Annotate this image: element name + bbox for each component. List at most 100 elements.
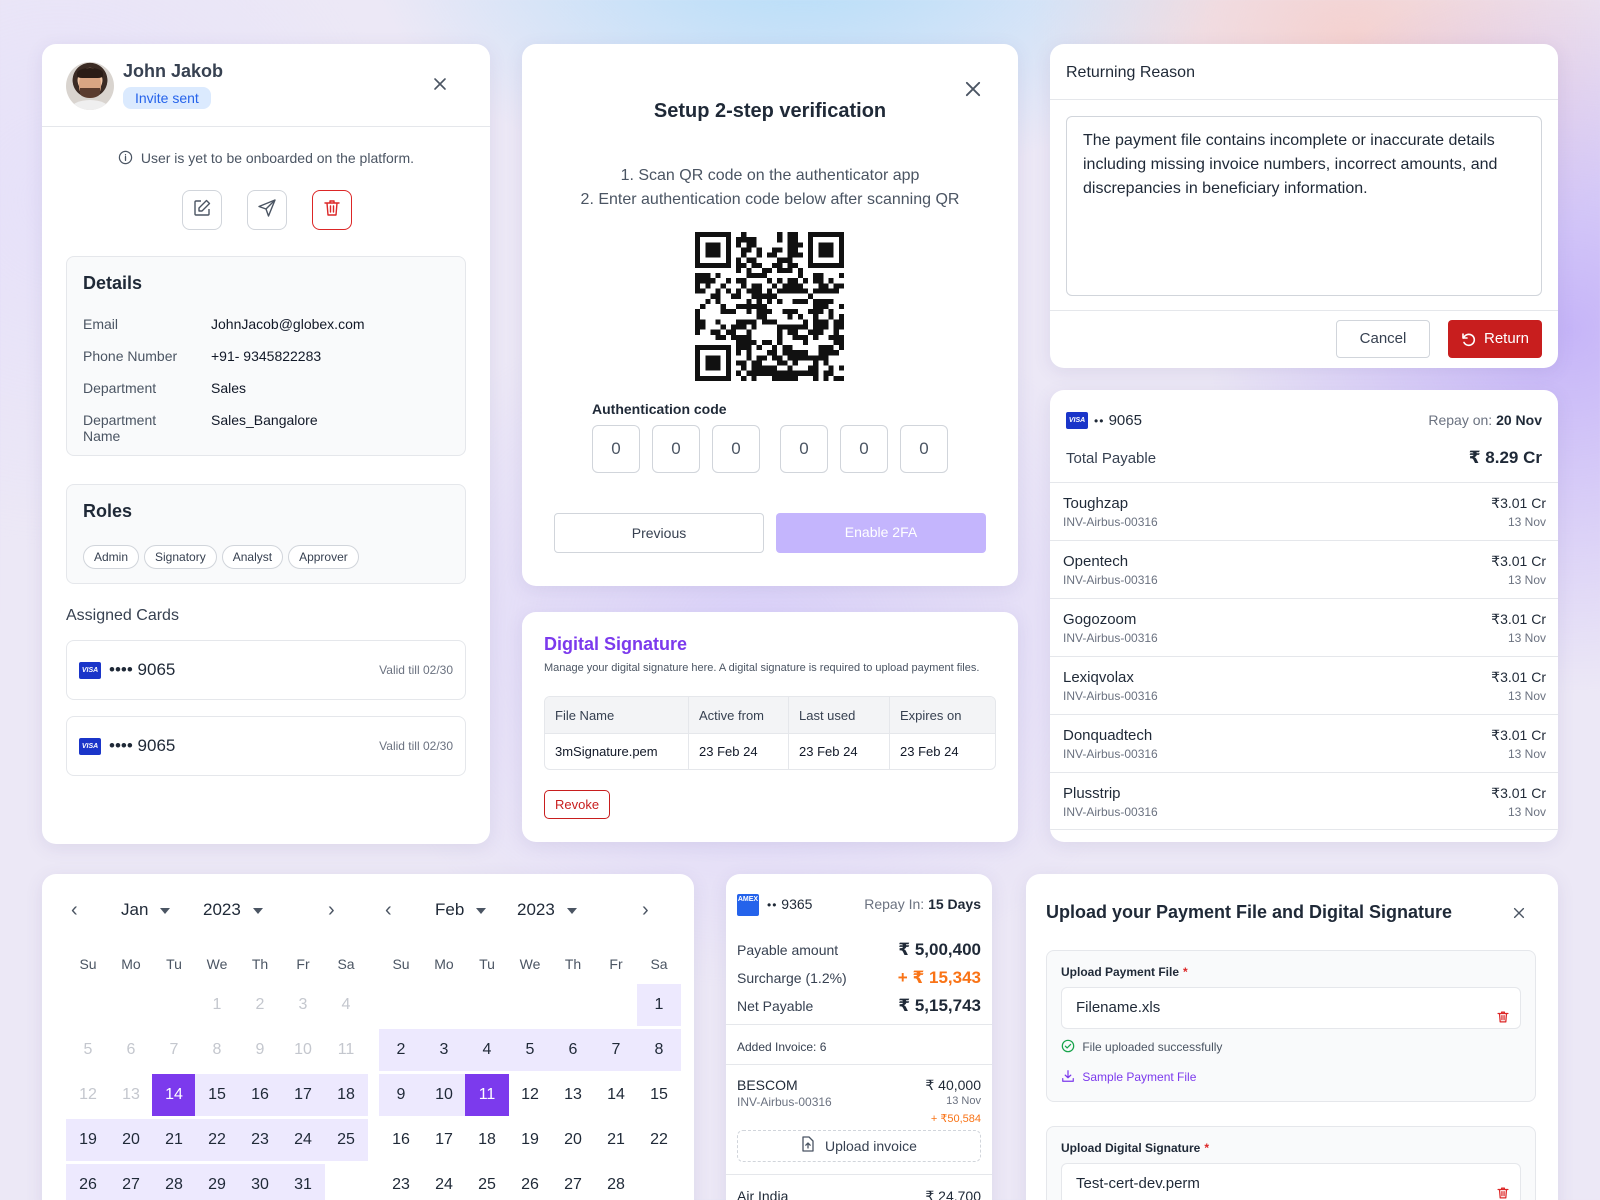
calendar-day[interactable]: 14 bbox=[594, 1074, 638, 1116]
calendar-day[interactable]: 13 bbox=[109, 1074, 153, 1116]
calendar-day[interactable]: 20 bbox=[109, 1119, 153, 1161]
list-item[interactable]: Lexiqvolax INV-Airbus-00316 ₹3.01 Cr 13 Nov bbox=[1050, 656, 1558, 714]
calendar-day[interactable]: 2 bbox=[238, 984, 282, 1026]
calendar-day[interactable]: 15 bbox=[195, 1074, 239, 1116]
calendar-day[interactable]: 24 bbox=[281, 1119, 325, 1161]
calendar-day[interactable]: 27 bbox=[551, 1164, 595, 1200]
calendar-day[interactable]: 28 bbox=[594, 1164, 638, 1200]
weekday-label: Fr bbox=[609, 956, 623, 972]
delete-button[interactable] bbox=[312, 190, 352, 230]
calendar-day[interactable]: 15 bbox=[637, 1074, 681, 1116]
chevron-right-icon[interactable]: › bbox=[642, 900, 649, 920]
sample-file-link[interactable]: Sample Payment File bbox=[1061, 1069, 1196, 1086]
calendar-day[interactable]: 14 bbox=[152, 1074, 196, 1116]
close-icon[interactable] bbox=[1512, 906, 1526, 925]
calendar-day[interactable]: 10 bbox=[422, 1074, 466, 1116]
enable-2fa-button[interactable]: Enable 2FA bbox=[776, 513, 986, 553]
calendar-day[interactable]: 5 bbox=[66, 1029, 110, 1071]
calendar-day[interactable]: 8 bbox=[637, 1029, 681, 1071]
cancel-button[interactable]: Cancel bbox=[1336, 320, 1430, 358]
previous-button[interactable]: Previous bbox=[554, 513, 764, 553]
calendar-day[interactable]: 17 bbox=[281, 1074, 325, 1116]
calendar-day[interactable]: 19 bbox=[66, 1119, 110, 1161]
calendar-day[interactable]: 16 bbox=[379, 1119, 423, 1161]
calendar-day[interactable]: 22 bbox=[195, 1119, 239, 1161]
calendar-day[interactable]: 6 bbox=[551, 1029, 595, 1071]
calendar-day[interactable]: 1 bbox=[637, 984, 681, 1026]
list-item[interactable]: Donquadtech INV-Airbus-00316 ₹3.01 Cr 13 No… bbox=[1050, 714, 1558, 772]
calendar-day[interactable]: 27 bbox=[109, 1164, 153, 1200]
date-range-calendar: ‹ Jan 2023 › Su Mo Tu We Th Fr Sa 1 2 3 4 5 6 7 8 9 10 11… bbox=[42, 874, 694, 1200]
calendar-day[interactable]: 5 bbox=[508, 1029, 552, 1071]
list-item[interactable]: Plusstrip INV-Airbus-00316 ₹3.01 Cr 13 Nov bbox=[1050, 772, 1558, 830]
list-item[interactable]: Toughzap INV-Airbus-00316 ₹3.01 Cr 13 Nov bbox=[1050, 482, 1558, 540]
year-select[interactable]: 2023 bbox=[203, 900, 263, 920]
reason-textarea[interactable]: The payment file contains incomplete or … bbox=[1066, 116, 1542, 296]
calendar-day[interactable]: 16 bbox=[238, 1074, 282, 1116]
calendar-day[interactable]: 10 bbox=[281, 1029, 325, 1071]
calendar-day[interactable]: 7 bbox=[594, 1029, 638, 1071]
chevron-left-icon[interactable]: ‹ bbox=[385, 900, 392, 920]
calendar-day[interactable]: 18 bbox=[324, 1074, 368, 1116]
trash-icon[interactable] bbox=[1496, 1000, 1510, 1040]
otp-digit-input[interactable]: 0 bbox=[840, 425, 888, 473]
calendar-day[interactable]: 19 bbox=[508, 1119, 552, 1161]
calendar-day[interactable]: 12 bbox=[66, 1074, 110, 1116]
calendar-day[interactable]: 23 bbox=[379, 1164, 423, 1200]
chevron-left-icon[interactable]: ‹ bbox=[71, 900, 78, 920]
calendar-day[interactable]: 26 bbox=[508, 1164, 552, 1200]
assigned-card[interactable]: VISA •••• 9065 Valid till 02/30 bbox=[66, 716, 466, 776]
calendar-day[interactable]: 18 bbox=[465, 1119, 509, 1161]
calendar-day[interactable]: 7 bbox=[152, 1029, 196, 1071]
calendar-day[interactable]: 8 bbox=[195, 1029, 239, 1071]
calendar-day[interactable]: 4 bbox=[324, 984, 368, 1026]
otp-digit-input[interactable]: 0 bbox=[592, 425, 640, 473]
list-item[interactable]: Opentech INV-Airbus-00316 ₹3.01 Cr 13 Nov bbox=[1050, 540, 1558, 598]
payment-file-input[interactable]: Filename.xls bbox=[1061, 987, 1521, 1029]
calendar-day[interactable]: 20 bbox=[551, 1119, 595, 1161]
calendar-day[interactable]: 26 bbox=[66, 1164, 110, 1200]
calendar-day[interactable]: 12 bbox=[508, 1074, 552, 1116]
calendar-day[interactable]: 6 bbox=[109, 1029, 153, 1071]
calendar-day[interactable]: 22 bbox=[637, 1119, 681, 1161]
send-invite-button[interactable] bbox=[247, 190, 287, 230]
revoke-button[interactable]: Revoke bbox=[544, 790, 611, 819]
year-select[interactable]: 2023 bbox=[517, 900, 577, 920]
calendar-day[interactable]: 21 bbox=[594, 1119, 638, 1161]
list-item[interactable]: Gogozoom INV-Airbus-00316 ₹3.01 Cr 13 Nov bbox=[1050, 598, 1558, 656]
calendar-day[interactable]: 23 bbox=[238, 1119, 282, 1161]
calendar-day[interactable]: 25 bbox=[465, 1164, 509, 1200]
otp-digit-input[interactable]: 0 bbox=[780, 425, 828, 473]
upload-invoice-button[interactable]: Upload invoice bbox=[737, 1130, 981, 1162]
calendar-day[interactable]: 29 bbox=[195, 1164, 239, 1200]
calendar-day[interactable]: 21 bbox=[152, 1119, 196, 1161]
assigned-card[interactable]: VISA •••• 9065 Valid till 02/30 bbox=[66, 640, 466, 700]
month-select[interactable]: Jan bbox=[121, 900, 171, 920]
otp-digit-input[interactable]: 0 bbox=[712, 425, 760, 473]
calendar-day[interactable]: 17 bbox=[422, 1119, 466, 1161]
calendar-day[interactable]: 25 bbox=[324, 1119, 368, 1161]
calendar-day[interactable]: 24 bbox=[422, 1164, 466, 1200]
return-button[interactable]: Return bbox=[1448, 320, 1542, 358]
edit-button[interactable] bbox=[182, 190, 222, 230]
calendar-day[interactable]: 30 bbox=[238, 1164, 282, 1200]
close-icon[interactable] bbox=[432, 76, 448, 97]
calendar-day[interactable]: 9 bbox=[238, 1029, 282, 1071]
chevron-right-icon[interactable]: › bbox=[328, 900, 335, 920]
calendar-day[interactable]: 13 bbox=[551, 1074, 595, 1116]
calendar-day[interactable]: 11 bbox=[324, 1029, 368, 1071]
calendar-day[interactable]: 4 bbox=[465, 1029, 509, 1071]
calendar-day[interactable]: 31 bbox=[281, 1164, 325, 1200]
signature-file-input[interactable]: Test-cert-dev.perm bbox=[1061, 1163, 1521, 1200]
month-select[interactable]: Feb bbox=[435, 900, 487, 920]
calendar-day[interactable]: 2 bbox=[379, 1029, 423, 1071]
calendar-day[interactable]: 28 bbox=[152, 1164, 196, 1200]
trash-icon[interactable] bbox=[1496, 1176, 1510, 1200]
calendar-day[interactable]: 9 bbox=[379, 1074, 423, 1116]
otp-digit-input[interactable]: 0 bbox=[900, 425, 948, 473]
calendar-day[interactable]: 3 bbox=[422, 1029, 466, 1071]
calendar-day[interactable]: 3 bbox=[281, 984, 325, 1026]
calendar-day[interactable]: 1 bbox=[195, 984, 239, 1026]
otp-digit-input[interactable]: 0 bbox=[652, 425, 700, 473]
calendar-day[interactable]: 11 bbox=[465, 1074, 509, 1116]
